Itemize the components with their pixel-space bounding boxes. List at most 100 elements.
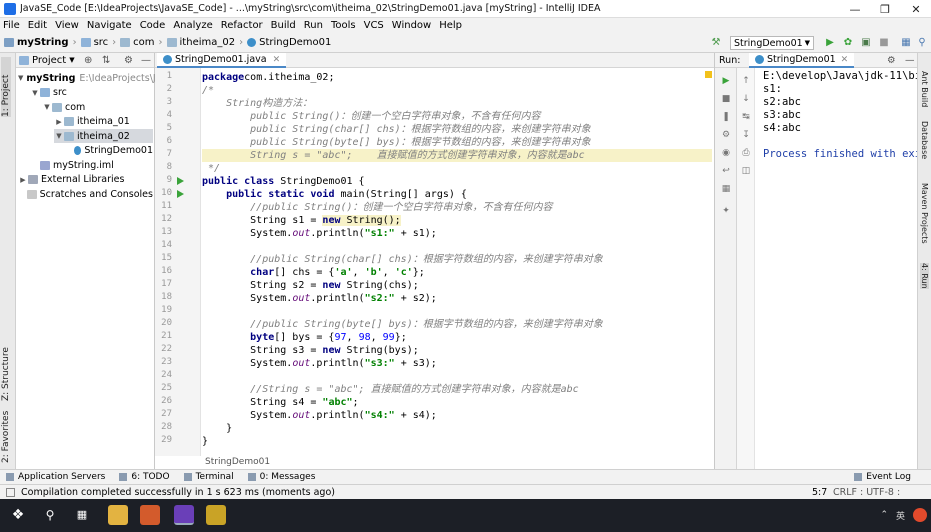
scroll-end-icon[interactable]: ↧ — [740, 130, 752, 140]
stop-icon[interactable]: ■ — [878, 37, 890, 49]
run-tab[interactable]: StringDemo01 ✕ — [749, 53, 855, 68]
run-hide-icon[interactable]: — — [905, 55, 915, 66]
maximize-icon[interactable]: ❐ — [870, 0, 900, 18]
powerpoint-icon[interactable] — [140, 505, 160, 525]
menu-build[interactable]: Build — [271, 20, 296, 31]
menu-analyze[interactable]: Analyze — [173, 20, 212, 31]
print-icon[interactable]: ⎙ — [740, 148, 752, 158]
tree-item[interactable]: StringDemo01 — [66, 144, 153, 158]
encoding-info[interactable]: CRLF : UTF-8 : — [833, 487, 900, 498]
breadcrumb-project[interactable]: myString › — [4, 37, 77, 48]
menu-vcs[interactable]: VCS — [364, 20, 384, 31]
pin-icon[interactable]: ✦ — [720, 206, 732, 216]
run-config-select[interactable]: StringDemo01 ▼ — [730, 36, 814, 50]
ant-build-tab[interactable]: Ant Build — [920, 71, 929, 107]
menu-run[interactable]: Run — [304, 20, 323, 31]
tree-item[interactable]: Scratches and Consoles — [18, 187, 153, 201]
maven-projects-tab[interactable]: Maven Projects — [920, 183, 929, 244]
caret-position[interactable]: 5:7 — [812, 487, 827, 498]
scroll-up-icon[interactable]: ↑ — [740, 76, 752, 86]
run-gutter-icon[interactable] — [177, 190, 184, 198]
search-icon[interactable]: ⚲ — [40, 505, 60, 525]
breadcrumb-com[interactable]: com › — [120, 37, 163, 48]
project-view-select[interactable]: Project — [32, 55, 66, 66]
application-servers-tab[interactable]: Application Servers — [6, 472, 105, 482]
notes-app-icon[interactable] — [206, 505, 226, 525]
tab-stringdemo01[interactable]: StringDemo01.java ✕ — [157, 53, 287, 68]
breadcrumb-class[interactable]: StringDemo01 — [247, 37, 331, 48]
rerun-icon[interactable]: ▶ — [720, 76, 732, 86]
menu-navigate[interactable]: Navigate — [87, 20, 132, 31]
exit-icon[interactable]: ↩ — [720, 166, 732, 176]
chevron-down-icon[interactable]: ▼ — [18, 74, 23, 82]
minimize-icon[interactable]: — — [840, 0, 870, 18]
chevron-down-icon[interactable]: ▼ — [30, 89, 40, 97]
tree-item[interactable]: ▼ myString E:\IdeaProjects\Ja — [18, 71, 162, 85]
tree-item[interactable]: myString.iml — [30, 158, 153, 172]
console-output[interactable]: E:\develop\Java\jdk-11\bin s1: s2:abc s3:ab… — [763, 70, 927, 161]
chevron-right-icon[interactable]: ▶ — [54, 118, 64, 126]
collapse-icon[interactable]: ⇅ — [102, 55, 110, 66]
camera-icon[interactable]: ◉ — [720, 148, 732, 158]
structure-tool-tab[interactable]: Z: Structure — [1, 341, 11, 401]
scroll-down-icon[interactable]: ↓ — [740, 94, 752, 104]
favorites-tool-tab[interactable]: 2: Favorites — [1, 405, 11, 463]
database-tab[interactable]: Database — [920, 121, 929, 159]
status-toggle-icon[interactable] — [6, 487, 15, 497]
terminal-tab[interactable]: Terminal — [183, 472, 234, 482]
editor-breadcrumb[interactable]: StringDemo01 — [201, 456, 270, 469]
debug-icon[interactable]: ✿ — [842, 37, 854, 49]
intellij-taskbar-icon[interactable] — [174, 505, 194, 525]
chevron-right-icon[interactable]: ▶ — [18, 176, 28, 184]
breadcrumb-src[interactable]: src › — [80, 37, 116, 48]
warning-marker[interactable] — [705, 71, 712, 78]
sogou-icon[interactable] — [913, 508, 927, 522]
dump-threads-icon[interactable]: ⚙ — [720, 130, 732, 140]
close-icon[interactable]: ✕ — [901, 0, 931, 18]
pause-icon[interactable]: ❚ — [720, 112, 732, 122]
stop-run-icon[interactable]: ■ — [720, 94, 732, 104]
menu-help[interactable]: Help — [439, 20, 462, 31]
trash-icon[interactable]: ◫ — [740, 166, 752, 176]
menu-file[interactable]: File — [3, 20, 20, 31]
menu-view[interactable]: View — [55, 20, 79, 31]
tree-item[interactable]: ▼ src — [30, 86, 153, 100]
menu-code[interactable]: Code — [140, 20, 166, 31]
windows-start-icon[interactable]: ❖ — [8, 505, 28, 525]
event-log-tab[interactable]: Event Log — [854, 472, 911, 482]
project-tool-tab[interactable]: 1: Project — [1, 57, 11, 117]
task-view-icon[interactable]: ▦ — [72, 505, 92, 525]
breadcrumb-itheima02[interactable]: itheima_02 › — [166, 37, 243, 48]
hide-panel-icon[interactable]: — — [141, 55, 151, 66]
search-everywhere-icon[interactable]: ⚲ — [916, 37, 928, 49]
tree-item[interactable]: ▶ itheima_01 — [54, 115, 153, 129]
file-explorer-icon[interactable] — [108, 505, 128, 525]
chevron-down-icon[interactable]: ▼ — [54, 132, 64, 140]
run-gear-icon[interactable]: ⚙ — [887, 55, 896, 66]
project-structure-icon[interactable]: ▦ — [900, 37, 912, 49]
soft-wrap-icon[interactable]: ↹ — [740, 112, 752, 122]
menu-window[interactable]: Window — [392, 20, 431, 31]
chevron-down-icon[interactable]: ▼ — [42, 103, 52, 111]
tree-item[interactable]: ▼ com — [42, 100, 153, 114]
menu-tools[interactable]: Tools — [331, 20, 356, 31]
close-tab-icon[interactable]: ✕ — [273, 55, 281, 65]
messages-tab[interactable]: 0: Messages — [247, 472, 315, 482]
tree-item[interactable]: ▼ itheima_02 — [54, 129, 153, 143]
run-gutter-icon[interactable] — [177, 177, 184, 185]
coverage-icon[interactable]: ▣ — [860, 37, 872, 49]
ime-language[interactable]: 英 — [896, 509, 905, 522]
menu-edit[interactable]: Edit — [28, 20, 47, 31]
code-area[interactable]: packagecom.itheima_02;/* String构造方法： pub… — [202, 71, 712, 448]
menu-refactor[interactable]: Refactor — [221, 20, 263, 31]
hammer-build-icon[interactable]: ⚒ — [710, 37, 722, 49]
tree-item[interactable]: ▶ External Libraries — [18, 173, 153, 187]
chevron-up-icon[interactable]: ⌃ — [880, 510, 888, 520]
status-message[interactable]: Compilation completed successfully in 1 … — [21, 487, 335, 498]
close-run-tab-icon[interactable]: ✕ — [841, 55, 849, 65]
locate-icon[interactable]: ⊕ — [84, 55, 92, 66]
layout-icon[interactable]: ▦ — [720, 184, 732, 194]
run-icon[interactable]: ▶ — [824, 37, 836, 49]
run-tool-tab[interactable]: 4: Run — [920, 263, 929, 289]
todo-tab[interactable]: 6: TODO — [119, 472, 170, 482]
